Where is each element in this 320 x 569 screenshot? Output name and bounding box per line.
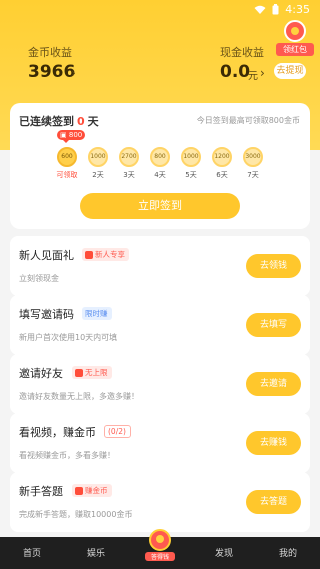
task-subtitle: 新用户首次使用10天内可填 [19, 333, 118, 342]
coin-icon: 600 [57, 147, 77, 167]
day-label: 2天 [92, 171, 104, 179]
task-tag: 无上限 [72, 366, 112, 379]
day-label: 6天 [216, 171, 228, 179]
cash-unit: 元 [248, 71, 258, 82]
streak-days: 0 [77, 115, 85, 128]
reward-bubble-value: 800 [68, 131, 83, 139]
redpacket-button[interactable]: 领红包 [276, 20, 314, 56]
signin-day-6: 1200 6天 [209, 147, 235, 180]
task-subtitle: 完成新手答题，赚取10000金币 [19, 510, 133, 519]
status-bar: 4:35 [0, 0, 320, 20]
bottom-nav: 首页 娱乐 答得钱 发现 我的 [0, 529, 320, 569]
cash-income-label: 现金收益 [220, 46, 264, 59]
withdraw-button[interactable]: 去提现 [274, 63, 306, 79]
gift-icon [85, 250, 93, 259]
task-title: 新手答题 [19, 485, 63, 498]
signin-day-5: 1000 5天 [178, 147, 204, 180]
status-time: 4:35 [285, 3, 310, 16]
nav-discover[interactable]: 发现 [204, 546, 244, 559]
task-action-button[interactable]: 去邀请 [246, 372, 301, 396]
coin-icon: 1000 [181, 147, 201, 167]
quiz-icon [149, 529, 171, 551]
coin-icon: 800 [150, 147, 170, 167]
gift-icon [75, 486, 83, 495]
task-tag: 新人专享 [82, 248, 129, 261]
day-label: 4天 [154, 171, 166, 179]
task-newbie-gift: 新人见面礼 新人专享 立刻领现金 去领钱 [10, 236, 310, 296]
cash-chevron-right-icon[interactable]: › [260, 66, 265, 80]
reward-bubble: ▣ 800 [57, 130, 86, 143]
task-action-button[interactable]: 去答题 [246, 490, 301, 514]
task-subtitle: 立刻领现金 [19, 274, 59, 283]
task-invite-friends: 邀请好友 无上限 邀请好友数量无上限，多邀多赚！ 去邀请 [10, 354, 310, 414]
battery-icon [272, 4, 279, 15]
task-tag-label: 新人专享 [95, 250, 125, 259]
streak-suffix: 天 [87, 115, 99, 128]
task-subtitle: 邀请好友数量无上限，多邀多赚！ [19, 392, 139, 401]
coin-icon: 1000 [88, 147, 108, 167]
task-tag: (0/2) [104, 425, 131, 438]
coin-icon: 2700 [119, 147, 139, 167]
nav-center-button[interactable]: 答得钱 [145, 529, 175, 561]
task-tag: 限时赚 [82, 307, 112, 320]
task-newbie-quiz: 新手答题 赚金币 完成新手答题，赚取10000金币 去答题 [10, 472, 310, 532]
task-subtitle: 看视频赚金币，多看多赚！ [19, 451, 115, 460]
nav-home[interactable]: 首页 [12, 546, 52, 559]
task-tag-label: 赚金币 [85, 486, 108, 495]
gift-icon [75, 368, 83, 377]
task-watch-video: 看视频，赚金币 (0/2) 看视频赚金币，多看多赚！ 去赚钱 [10, 413, 310, 473]
signin-streak: 已连续签到 0 天 [19, 113, 99, 129]
signin-days: 600 可领取 1000 2天 2700 3天 800 4天 1000 5天 1… [54, 147, 284, 187]
signin-card: 已连续签到 0 天 今日签到最高可领取800金币 ▣ 800 600 可领取 100… [10, 103, 310, 229]
task-tag: 赚金币 [72, 484, 112, 497]
task-tag-label: 限时赚 [85, 309, 108, 318]
nav-center-label: 答得钱 [145, 552, 175, 561]
nav-mine[interactable]: 我的 [268, 546, 308, 559]
redpacket-label: 领红包 [276, 43, 314, 56]
task-title: 填写邀请码 [19, 308, 74, 321]
signin-tip: 今日签到最高可领取800金币 [196, 116, 300, 125]
task-title: 邀请好友 [19, 367, 63, 380]
task-title: 看视频，赚金币 [19, 426, 96, 439]
cash-income-value[interactable]: 0.0 [220, 62, 250, 82]
coin-income-value[interactable]: 3966 [28, 62, 75, 82]
task-action-button[interactable]: 去领钱 [246, 254, 301, 278]
coin-chevron-right-icon[interactable]: › [71, 66, 76, 80]
redpacket-icon [284, 20, 306, 42]
reward-bubble-icon: ▣ [60, 131, 67, 139]
signin-day-2: 1000 2天 [85, 147, 111, 180]
signin-day-1[interactable]: 600 可领取 [54, 147, 80, 180]
streak-prefix: 已连续签到 [19, 115, 74, 128]
task-title: 新人见面礼 [19, 249, 74, 262]
task-action-button[interactable]: 去填写 [246, 313, 301, 337]
task-invite-code: 填写邀请码 限时赚 新用户首次使用10天内可填 去填写 [10, 295, 310, 355]
signin-now-button[interactable]: 立即签到 [80, 193, 240, 219]
task-tag-label: (0/2) [108, 427, 126, 436]
nav-entertainment[interactable]: 娱乐 [76, 546, 116, 559]
task-tag-label: 无上限 [85, 368, 108, 377]
coin-icon: 1200 [212, 147, 232, 167]
signin-day-4: 800 4天 [147, 147, 173, 180]
task-action-button[interactable]: 去赚钱 [246, 431, 301, 455]
coin-income-label: 金币收益 [28, 46, 72, 59]
signin-day-7: 3000 7天 [240, 147, 266, 180]
day-label: 5天 [185, 171, 197, 179]
wifi-icon [254, 5, 266, 15]
day-label: 7天 [247, 171, 259, 179]
signin-day-3: 2700 3天 [116, 147, 142, 180]
day-label: 3天 [123, 171, 135, 179]
day-label: 可领取 [56, 171, 78, 179]
coin-icon: 3000 [243, 147, 263, 167]
